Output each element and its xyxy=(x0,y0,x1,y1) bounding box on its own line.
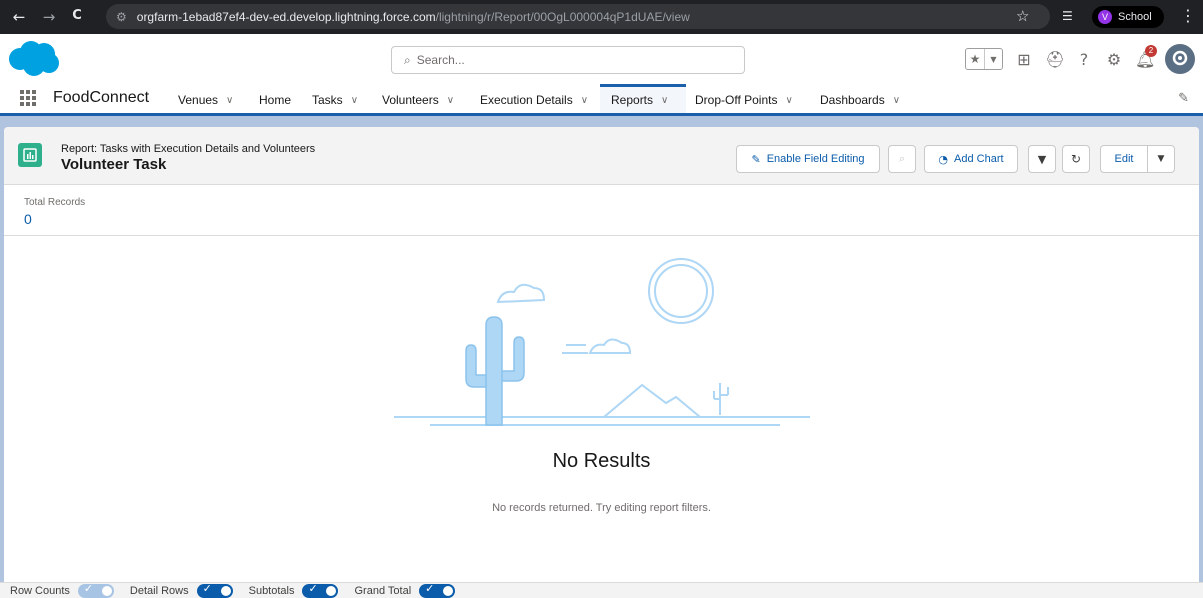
forward-button[interactable]: → xyxy=(36,8,62,26)
user-avatar-icon xyxy=(1172,50,1188,66)
refresh-icon: ↻ xyxy=(1070,152,1082,166)
browser-toolbar: ← → C ⚙ orgfarm-1ebad87ef4-dev-ed.develo… xyxy=(0,0,1203,34)
total-records-label: Total Records xyxy=(24,197,86,208)
tab-label: Dashboards xyxy=(820,93,885,107)
button-label: Add Chart xyxy=(954,153,1004,165)
favorites-group: ★ ▼ xyxy=(965,48,1003,70)
chevron-down-icon[interactable]: ∨ xyxy=(226,95,233,106)
row-counts-toggle[interactable] xyxy=(77,582,114,598)
url-host: orgfarm-1ebad87ef4-dev-ed.develop.lightn… xyxy=(136,9,436,24)
url-path: /lightning/r/Report/00OgL000004qP1dUAE/v… xyxy=(435,9,690,24)
back-button[interactable]: ← xyxy=(6,8,32,26)
browser-menu-icon[interactable]: ⋮ xyxy=(1180,6,1196,25)
report-header: Report: Tasks with Execution Details and… xyxy=(4,127,1199,185)
tab-label: Home xyxy=(259,93,292,107)
favorites-star-icon[interactable]: ★ xyxy=(966,49,984,69)
grand-total-toggle-group: Grand Total xyxy=(354,582,456,598)
header-utility-icons: ★ ▼ ⊞ ⛑ ? ⚙ 🔔︎ 2 xyxy=(965,44,1195,74)
tab-label: Volunteers xyxy=(382,93,439,107)
tab-venues[interactable]: Venues ∨ xyxy=(178,93,233,107)
address-bar[interactable]: ⚙ orgfarm-1ebad87ef4-dev-ed.develop.ligh… xyxy=(106,4,1050,29)
search-icon: ⌕ xyxy=(898,152,906,165)
global-header: ⌕ Search... ★ ▼ ⊞ ⛑ ? ⚙ 🔔︎ 2 xyxy=(0,34,1203,84)
tab-reports[interactable]: Reports ∨ xyxy=(611,93,668,107)
subtotals-toggle[interactable] xyxy=(302,582,339,598)
button-label: Edit xyxy=(1114,153,1134,165)
tab-label: Venues xyxy=(178,93,219,107)
setup-gear-icon[interactable]: ⚙ xyxy=(1105,50,1123,69)
global-actions-icon[interactable]: ⊞ xyxy=(1015,50,1033,69)
search-placeholder: Search... xyxy=(416,53,465,67)
edit-button[interactable]: Edit xyxy=(1100,145,1148,173)
tab-label: Tasks xyxy=(312,93,343,107)
empty-state-message: No records returned. Try editing report … xyxy=(492,502,711,514)
profile-chip[interactable]: V School xyxy=(1092,6,1164,28)
tab-home[interactable]: Home xyxy=(259,93,291,107)
more-actions-button[interactable]: ▼ xyxy=(1147,145,1175,173)
user-avatar[interactable] xyxy=(1165,44,1195,74)
refresh-button[interactable]: ↻ xyxy=(1062,145,1090,173)
profile-avatar: V xyxy=(1098,10,1112,24)
chevron-down-icon[interactable]: ∨ xyxy=(351,95,358,106)
filter-button[interactable]: ▼ xyxy=(1028,145,1056,173)
guidance-center-icon[interactable]: ⛑ xyxy=(1045,50,1065,69)
button-label: Enable Field Editing xyxy=(766,153,865,165)
app-name: FoodConnect xyxy=(53,89,150,106)
reading-list-icon[interactable]: ☰ xyxy=(1062,9,1073,23)
tab-dashboards[interactable]: Dashboards ∨ xyxy=(820,93,900,107)
detail-rows-toggle-group: Detail Rows xyxy=(129,582,233,598)
toggle-label: Subtotals xyxy=(248,584,295,597)
tab-label: Execution Details xyxy=(480,93,573,107)
chevron-down-icon: ▼ xyxy=(1157,154,1165,164)
tab-volunteers[interactable]: Volunteers ∨ xyxy=(382,93,454,107)
detail-rows-toggle[interactable] xyxy=(196,582,233,598)
bookmark-star-icon[interactable]: ☆ xyxy=(1016,7,1029,25)
tab-drop-off-points[interactable]: Drop-Off Points ∨ xyxy=(695,93,793,107)
edit-nav-pencil-icon[interactable]: ✎ xyxy=(1178,91,1189,106)
grand-total-toggle[interactable] xyxy=(419,582,456,598)
report-title: Volunteer Task xyxy=(61,156,167,173)
report-type-label: Report: Tasks with Execution Details and… xyxy=(61,143,316,155)
global-search-input[interactable]: ⌕ Search... xyxy=(391,46,745,74)
chevron-down-icon[interactable]: ∨ xyxy=(893,95,900,106)
notification-badge: 2 xyxy=(1145,44,1157,57)
chart-icon: ◔ xyxy=(938,152,949,166)
profile-name: School xyxy=(1118,11,1152,23)
row-counts-toggle-group: Row Counts xyxy=(10,582,114,598)
add-chart-button[interactable]: ◔ Add Chart xyxy=(924,145,1018,173)
help-icon[interactable]: ? xyxy=(1075,50,1093,69)
search-report-button[interactable]: ⌕ xyxy=(888,145,916,173)
divider xyxy=(4,235,1199,236)
chevron-down-icon[interactable]: ∨ xyxy=(661,95,668,106)
tab-label: Reports xyxy=(611,93,654,107)
chevron-down-icon[interactable]: ∨ xyxy=(581,95,588,106)
salesforce-cloud-icon[interactable] xyxy=(6,39,60,77)
report-type-icon xyxy=(18,143,42,167)
chevron-down-icon[interactable]: ∨ xyxy=(447,95,454,106)
total-records-value: 0 xyxy=(24,211,32,227)
toggle-label: Detail Rows xyxy=(129,584,189,597)
site-settings-icon[interactable]: ⚙ xyxy=(116,10,127,24)
pencil-icon: ✎ xyxy=(751,152,761,166)
empty-state-desert-illustration xyxy=(394,258,810,426)
search-icon: ⌕ xyxy=(404,52,411,67)
toggle-label: Row Counts xyxy=(10,584,70,597)
app-navigation: FoodConnect Venues ∨ Home Tasks ∨ Voluntee… xyxy=(0,84,1203,116)
chevron-down-icon[interactable]: ∨ xyxy=(785,95,792,106)
enable-field-editing-button[interactable]: ✎ Enable Field Editing xyxy=(736,145,880,173)
empty-state-title: No Results xyxy=(552,450,651,472)
app-launcher-icon[interactable] xyxy=(20,90,36,106)
report-footer-toggles: Row Counts Detail Rows Subtotals Grand T… xyxy=(0,582,1203,598)
report-card: Report: Tasks with Execution Details and… xyxy=(4,127,1199,587)
reload-button[interactable]: C xyxy=(64,8,90,23)
filter-icon: ▼ xyxy=(1037,152,1047,166)
tab-label: Drop-Off Points xyxy=(695,93,778,107)
favorites-dropdown-icon[interactable]: ▼ xyxy=(984,49,1002,69)
toggle-label: Grand Total xyxy=(354,584,412,597)
subtotals-toggle-group: Subtotals xyxy=(248,582,339,598)
tab-tasks[interactable]: Tasks ∨ xyxy=(312,93,358,107)
notifications-bell-icon[interactable]: 🔔︎ 2 xyxy=(1135,44,1157,69)
tab-execution-details[interactable]: Execution Details ∨ xyxy=(480,93,588,107)
